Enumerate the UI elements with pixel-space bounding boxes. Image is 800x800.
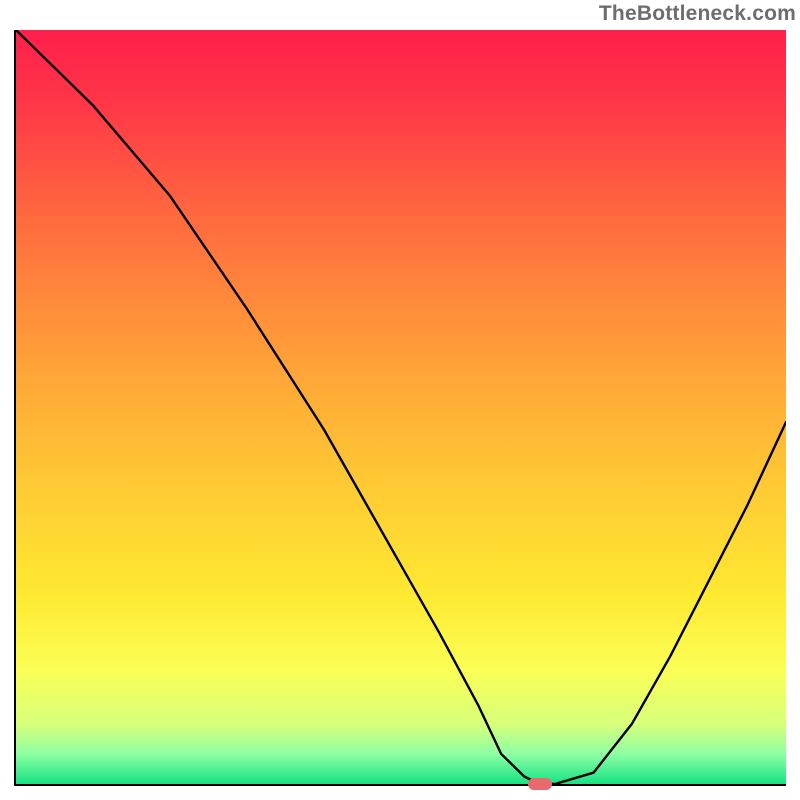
chart-container: TheBottleneck.com bbox=[0, 0, 800, 800]
watermark-text: TheBottleneck.com bbox=[599, 2, 796, 26]
optimal-marker bbox=[528, 778, 552, 790]
plot-area bbox=[14, 30, 786, 786]
bottleneck-curve bbox=[16, 30, 786, 784]
